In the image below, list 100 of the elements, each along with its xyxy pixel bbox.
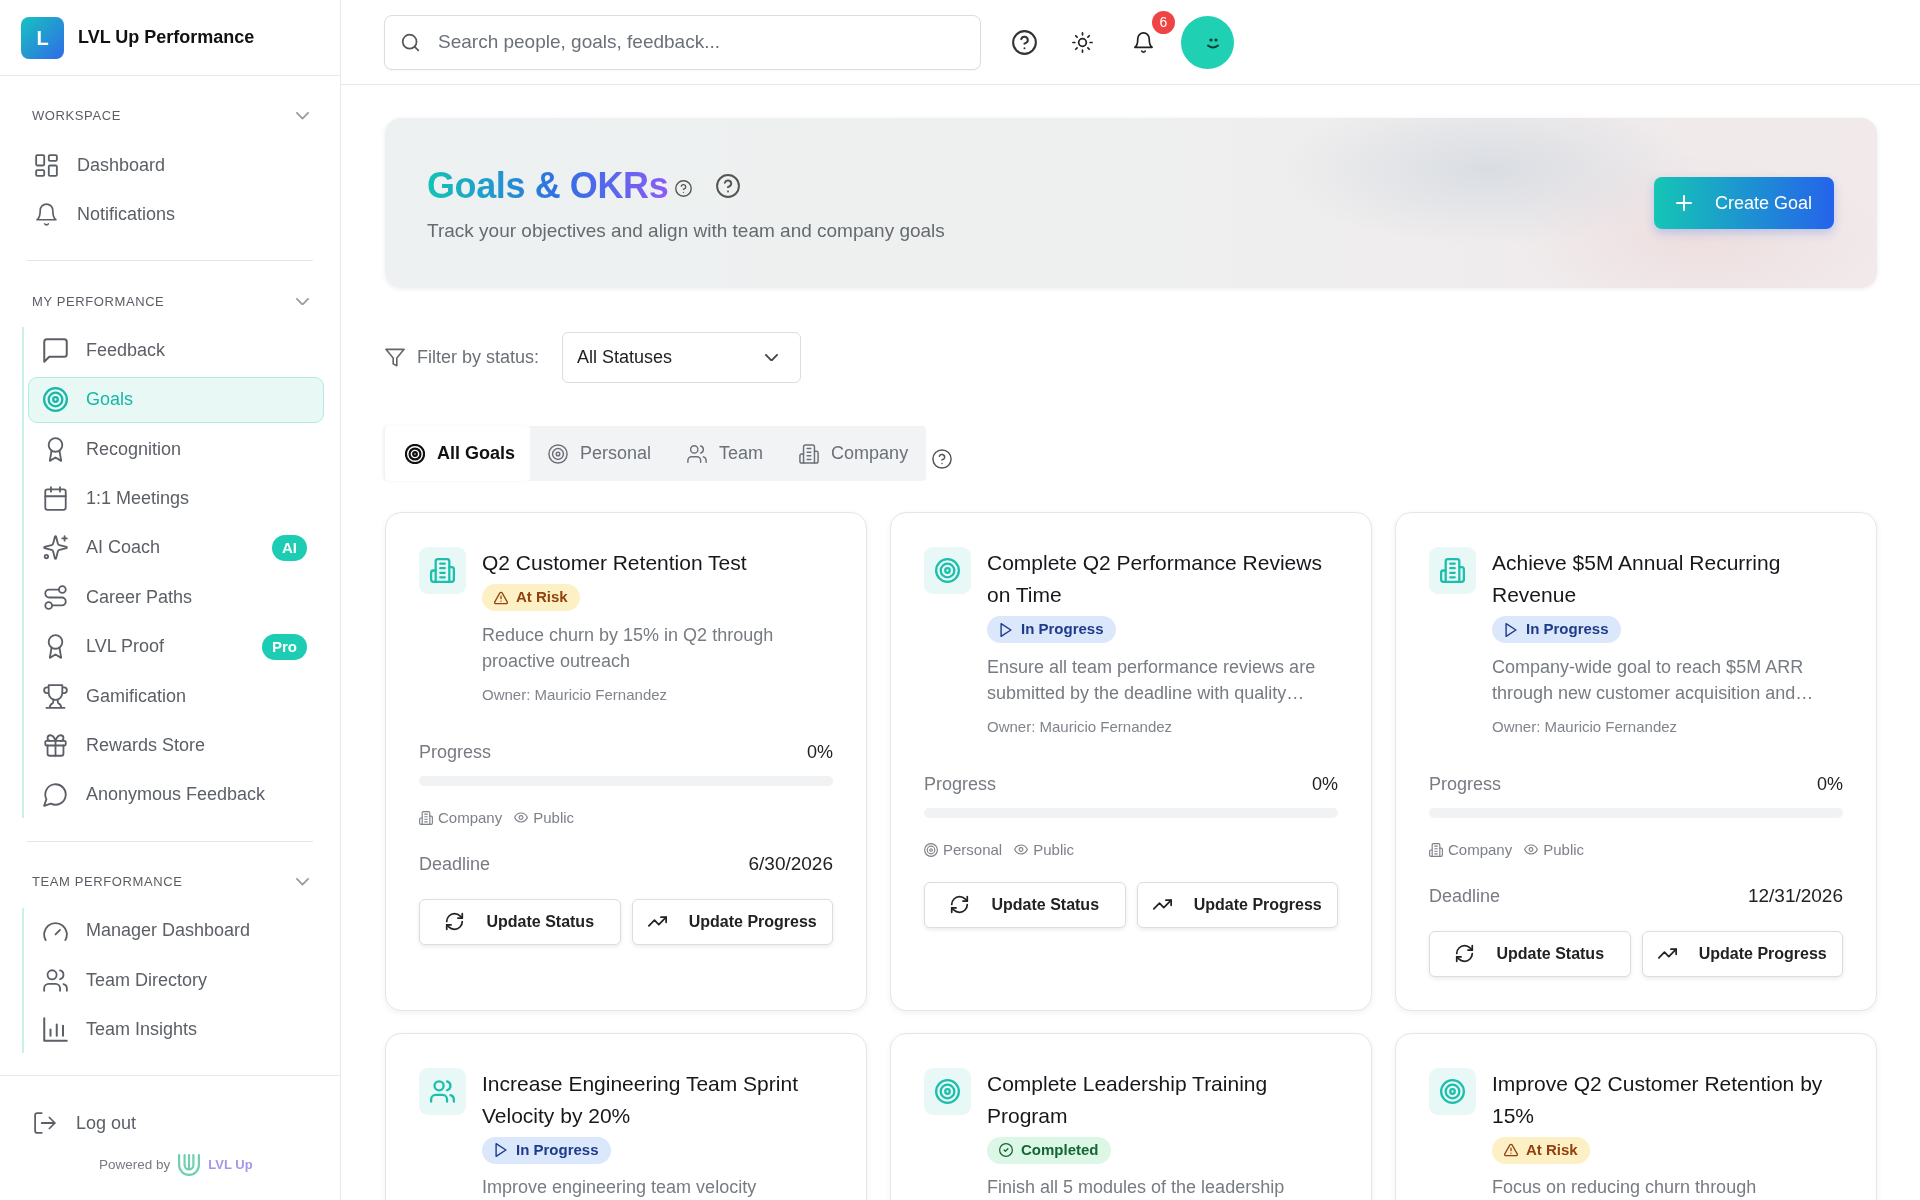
- building-icon: [1429, 547, 1476, 594]
- page-subtitle: Track your objectives and align with team and company goals: [427, 218, 945, 243]
- route-icon: [43, 584, 68, 610]
- goal-title: Complete Q2 Performance Reviews on Time: [987, 550, 1323, 608]
- target-icon: [1429, 1067, 1476, 1115]
- chat-bubble-icon: [43, 782, 68, 808]
- nav-item[interactable]: Team Insights: [28, 1006, 324, 1053]
- nav-item[interactable]: Team Directory: [28, 957, 324, 1004]
- eye-icon: [514, 812, 529, 823]
- nav-item[interactable]: Career Paths: [28, 574, 324, 621]
- target-icon: [924, 1067, 971, 1115]
- goal-title: Q2 Customer Retention Test: [482, 550, 748, 576]
- gift-icon: [43, 733, 68, 758]
- goal-title: Increase Engineering Team Sprint Velocity by 20%: [482, 1070, 799, 1129]
- people-icon: [419, 1067, 466, 1115]
- goal-description: Ensure all team performance reviews are submitted by the deadline with quality…: [987, 655, 1317, 705]
- nav-item[interactable]: Notifications: [27, 191, 324, 238]
- update-status-button[interactable]: Update Status: [1429, 930, 1631, 977]
- bar-chart-icon: [43, 1017, 68, 1043]
- progress-label: Progress: [1429, 772, 1502, 796]
- help-icon[interactable]: [932, 448, 953, 469]
- notification-badge: 6: [1152, 10, 1175, 34]
- help-icon[interactable]: [1012, 29, 1037, 55]
- status-select[interactable]: All Statuses: [562, 332, 802, 383]
- help-icon[interactable]: [716, 173, 741, 198]
- update-progress-button[interactable]: Update Progress: [1641, 930, 1843, 977]
- goal-description: Improve engineering team velocity: [482, 1176, 758, 1199]
- section-toggle[interactable]: TEAM PERFORMANCE: [27, 861, 324, 902]
- logout-icon: [34, 1112, 56, 1134]
- warning-icon: [494, 590, 508, 605]
- update-status-button[interactable]: Update Status: [419, 898, 621, 945]
- chevron-icon[interactable]: [296, 878, 309, 886]
- eye-icon: [1524, 844, 1539, 855]
- filter-tab[interactable]: Company: [781, 426, 927, 481]
- sun-icon[interactable]: [1072, 31, 1093, 53]
- create-goal-button[interactable]: Create Goal: [1653, 177, 1834, 229]
- nav-item[interactable]: Manager Dashboard: [28, 907, 324, 954]
- filter-tab[interactable]: Personal: [530, 426, 670, 481]
- goal-description: Company-wide goal to reach $5M ARR through new customer acquisition and…: [1492, 655, 1815, 705]
- status-text: In Progress: [516, 1139, 599, 1160]
- status-text: At Risk: [1526, 1139, 1578, 1160]
- nav-item[interactable]: Recognition: [28, 426, 324, 473]
- nav-item[interactable]: Feedback: [28, 327, 324, 374]
- target-icon: [405, 443, 425, 464]
- trend-up-icon: [1152, 899, 1172, 910]
- nav-item[interactable]: 1:1 Meetings: [28, 475, 324, 522]
- sparkle-icon: [43, 535, 68, 561]
- section-toggle[interactable]: WORKSPACE: [27, 96, 324, 136]
- goal-title: Complete Leadership Training Program: [987, 1070, 1269, 1129]
- filter-label: Filter by status:: [417, 346, 540, 369]
- update-progress-button[interactable]: Update Progress: [1136, 881, 1338, 928]
- target-icon: [43, 387, 68, 413]
- status-text: In Progress: [1526, 619, 1609, 640]
- building-icon: [1429, 842, 1443, 857]
- nav-item[interactable]: Gamification: [28, 673, 324, 720]
- play-icon: [999, 622, 1013, 637]
- check-circle-icon: [999, 1143, 1013, 1157]
- search-icon: [401, 32, 420, 52]
- goal-owner: Owner: Mauricio Fernandez: [482, 684, 669, 705]
- nav-item[interactable]: Dashboard: [27, 142, 324, 188]
- app-name: LVL Up Performance: [78, 26, 255, 49]
- bell-icon[interactable]: [1133, 31, 1154, 53]
- refresh-icon: [445, 912, 465, 931]
- filter-tab[interactable]: All Goals: [385, 426, 531, 481]
- trophy-icon: [43, 683, 68, 709]
- filter-tab[interactable]: Team: [669, 426, 782, 481]
- refresh-icon: [950, 895, 970, 914]
- deadline-value: 12/31/2026: [1747, 883, 1843, 908]
- logo-wordmark: LVL Up: [208, 1156, 253, 1175]
- people-icon: [43, 967, 68, 993]
- warning-icon: [1504, 1143, 1518, 1157]
- nav-item[interactable]: AI Coach AI: [28, 524, 324, 571]
- goal-title: Achieve $5M Annual Recurring Revenue: [1492, 550, 1782, 608]
- chevron-icon[interactable]: [296, 297, 309, 306]
- update-status-button[interactable]: Update Status: [924, 881, 1126, 928]
- status-text: At Risk: [516, 587, 568, 608]
- goal-owner: Owner: Mauricio Fernandez: [1492, 716, 1679, 737]
- target-icon: [924, 842, 938, 857]
- avatar-icon[interactable]: [1181, 15, 1234, 69]
- visibility-label: Public: [1033, 839, 1075, 860]
- deadline-label: Deadline: [419, 852, 491, 876]
- chevron-icon[interactable]: [296, 112, 309, 120]
- powered-by-text: Powered by: [99, 1155, 171, 1174]
- nav-item[interactable]: Rewards Store: [28, 722, 324, 769]
- logout-button[interactable]: Log out: [34, 1110, 137, 1136]
- bell-icon: [35, 202, 58, 226]
- feature-badge: Pro: [262, 633, 307, 660]
- nav-item[interactable]: Anonymous Feedback: [28, 771, 324, 818]
- progress-label: Progress: [419, 740, 492, 764]
- filter-icon: [385, 348, 405, 367]
- status-text: In Progress: [1021, 619, 1104, 640]
- search-field[interactable]: Search people, goals, feedback...: [384, 14, 981, 70]
- help-icon[interactable]: [675, 180, 693, 197]
- section-toggle[interactable]: MY PERFORMANCE: [27, 281, 324, 322]
- visibility-label: Public: [533, 807, 575, 828]
- plus-icon: [1675, 195, 1692, 211]
- progress-value: 0%: [1817, 772, 1843, 796]
- nav-item[interactable]: LVL Proof Pro: [28, 623, 324, 670]
- goal-owner: Owner: Mauricio Fernandez: [987, 716, 1174, 737]
- update-progress-button[interactable]: Update Progress: [631, 898, 833, 945]
